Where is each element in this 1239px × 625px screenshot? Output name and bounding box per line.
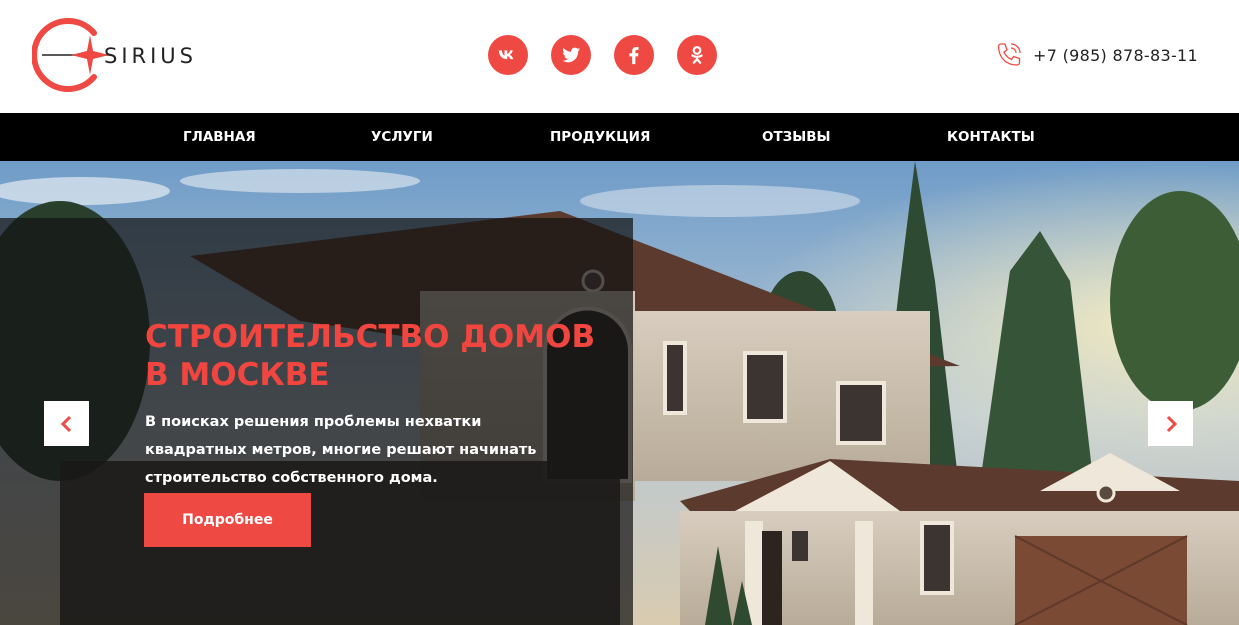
logo-icon [32,18,112,92]
vk-link[interactable] [488,35,528,75]
nav-item-home[interactable]: ГЛАВНАЯ [183,113,256,161]
more-button[interactable]: Подробнее [144,493,311,547]
odnoklassniki-link[interactable] [677,35,717,75]
nav-item-reviews[interactable]: ОТЗЫВЫ [762,113,831,161]
hero-title: СТРОИТЕЛЬСТВО ДОМОВ В МОСКВЕ [145,318,625,394]
hero-title-line: СТРОИТЕЛЬСТВО ДОМОВ [145,319,596,355]
facebook-link[interactable] [614,35,654,75]
phone-icon [997,43,1021,66]
social-links [488,35,717,75]
nav-item-services[interactable]: УСЛУГИ [371,113,433,161]
logo[interactable]: SIRIUS [32,14,242,96]
vk-icon [498,50,514,60]
phone-number[interactable]: +7 (985) 878-83-11 [1033,46,1198,65]
main-nav: ГЛАВНАЯ УСЛУГИ ПРОДУКЦИЯ ОТЗЫВЫ КОНТАКТЫ [0,113,1239,161]
phone-contact[interactable]: +7 (985) 878-83-11 [994,40,1198,70]
logo-text: SIRIUS [104,44,198,68]
odnoklassniki-icon [691,46,703,64]
twitter-icon [562,47,581,63]
hero-description-line: квадратных метров, многие решают начинат… [145,442,537,458]
hero-description-line: строительство собственного дома. [145,470,438,486]
twitter-link[interactable] [551,35,591,75]
site-header: SIRIUS +7 (985) 878-83-11 [0,0,1239,113]
hero-title-line: В МОСКВЕ [145,357,330,393]
nav-item-contacts[interactable]: КОНТАКТЫ [947,113,1035,161]
slider-next-button[interactable] [1148,401,1193,446]
hero-description: В поисках решения проблемы нехватки квад… [145,408,565,492]
facebook-icon [629,47,639,65]
hero-description-line: В поисках решения проблемы нехватки [145,414,482,430]
chevron-left-icon [60,415,71,432]
chevron-right-icon [1166,415,1177,432]
slider-prev-button[interactable] [44,401,89,446]
nav-item-products[interactable]: ПРОДУКЦИЯ [550,113,650,161]
hero-slider: СТРОИТЕЛЬСТВО ДОМОВ В МОСКВЕ В поисках р… [0,161,1239,625]
